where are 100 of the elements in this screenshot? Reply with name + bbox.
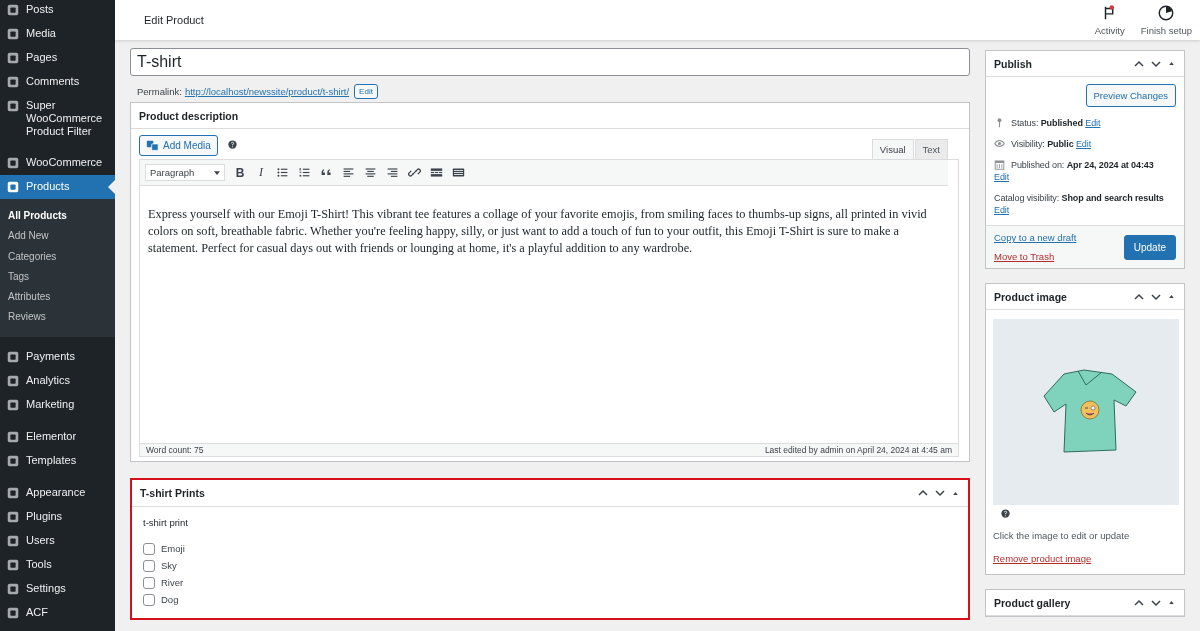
title-field[interactable]: T-shirt <box>130 48 970 76</box>
update-button[interactable]: Update <box>1123 234 1176 260</box>
sidebar-item[interactable]: Payments <box>0 344 115 369</box>
sidebar-item[interactable]: Comments <box>0 70 115 94</box>
checkbox[interactable] <box>143 576 155 589</box>
header-action[interactable]: Finish setup <box>1132 4 1200 36</box>
publish-info: Catalog visibility: Shop and search results <box>994 193 1164 203</box>
bullet-list-icon[interactable] <box>276 166 289 179</box>
panel-title: Product image <box>994 290 1067 303</box>
menu-icon <box>6 180 20 194</box>
remove-image-link[interactable]: Remove product image <box>993 553 1092 564</box>
collapse-icon[interactable] <box>1167 59 1176 68</box>
calendar-icon <box>994 159 1005 170</box>
menu-icon <box>6 397 20 412</box>
checkbox[interactable] <box>143 593 155 606</box>
media-icon <box>146 139 159 152</box>
permalink-link[interactable]: http://localhost/newssite/product/t-shirt/ <box>184 85 350 97</box>
submenu-item[interactable]: Attributes <box>0 287 115 308</box>
sidebar-item[interactable]: ACF <box>0 600 115 625</box>
align-right-icon[interactable] <box>386 166 399 179</box>
header-action[interactable]: Activity <box>1086 4 1133 36</box>
publish-info: Status: Published <box>1011 118 1083 128</box>
menu-icon <box>6 373 20 388</box>
preview-changes-button[interactable]: Preview Changes <box>1085 84 1176 107</box>
publish-info: Visibility: Public <box>1011 139 1074 149</box>
sidebar-item[interactable]: Users <box>0 528 115 553</box>
editor-tab[interactable]: Text <box>914 139 948 159</box>
chevron-down-icon[interactable] <box>934 487 946 499</box>
caret-icon <box>214 170 220 175</box>
read-more-icon[interactable] <box>430 166 443 179</box>
align-center-icon[interactable] <box>364 166 377 179</box>
menu-icon <box>6 485 20 500</box>
permalink-label: Permalink: <box>137 85 182 97</box>
help-icon[interactable] <box>227 140 237 149</box>
description-text[interactable]: Express yourself with our Emoji T-Shirt! This vibrant tee features a collage of your favorite emojis, from smiling faces to thumbs-up signs, all printed in vivid colors on soft, breathable fabric. Whether you're feeling happy, silly, or just want to add a touch of fun to your outfit, this Emoji T-Shirt is sure to make a statement. Perfect for casual days out with friends or lounging at home, it's a playful addition to any wardrobe. <box>140 186 958 443</box>
format-select[interactable]: Paragraph <box>145 164 225 181</box>
checkbox-label: Emoji <box>161 543 185 554</box>
edit-link[interactable]: Edit <box>1085 118 1101 128</box>
collapse-icon[interactable] <box>1167 292 1176 301</box>
panel-title: Publish <box>994 57 1032 70</box>
collapse-icon[interactable] <box>1167 598 1176 607</box>
eye-icon <box>994 138 1005 149</box>
menu-icon <box>6 51 20 65</box>
image-hint: Click the image to edit or update <box>993 530 1130 541</box>
sidebar-item[interactable]: Elementor <box>0 424 115 449</box>
menu-icon <box>6 27 20 41</box>
sidebar-item[interactable]: Plugins <box>0 504 115 529</box>
sidebar-item[interactable]: Marketing <box>0 392 115 417</box>
submenu-item[interactable]: Reviews <box>0 307 115 328</box>
editor-tab[interactable]: Visual <box>871 139 914 159</box>
menu-icon <box>6 156 20 170</box>
link-icon[interactable] <box>408 166 421 179</box>
help-icon[interactable] <box>1001 509 1010 518</box>
menu-icon <box>6 3 20 17</box>
menu-icon <box>6 75 20 89</box>
menu-icon <box>6 533 20 548</box>
field-label: t-shirt print <box>143 517 189 528</box>
sidebar-item[interactable]: Super WooCommerce Product Filter <box>0 94 115 143</box>
align-left-icon[interactable] <box>342 166 355 179</box>
keyboard-icon[interactable] <box>452 166 465 179</box>
submenu-item[interactable]: Categories <box>0 246 115 267</box>
bold-button[interactable]: B <box>234 165 246 180</box>
menu-icon <box>6 557 20 572</box>
add-media-button[interactable]: Add Media <box>139 135 218 156</box>
menu-icon <box>6 509 20 524</box>
submenu-item[interactable]: Tags <box>0 266 115 288</box>
page-title: Edit Product <box>144 14 204 26</box>
sidebar-item[interactable]: Media <box>0 22 115 46</box>
italic-button[interactable]: I <box>255 165 267 180</box>
sidebar-item[interactable]: Products <box>0 175 115 199</box>
edit-button[interactable]: Edit <box>354 83 378 99</box>
checkbox-label: River <box>161 577 184 588</box>
checkbox[interactable] <box>143 559 155 572</box>
submenu-item[interactable]: All Products <box>0 206 115 227</box>
submenu-item[interactable]: Add New <box>0 226 115 247</box>
word-count: Word count: 75 <box>146 445 204 455</box>
copy-draft-link[interactable]: Copy to a new draft <box>994 232 1077 243</box>
edit-link[interactable]: Edit <box>994 205 1010 215</box>
sidebar-item[interactable]: Posts <box>0 0 115 22</box>
sidebar-item[interactable]: Pages <box>0 46 115 70</box>
last-edited: Last edited by admin on April 24, 2024 at 4:45 am <box>764 445 952 455</box>
sidebar-item[interactable]: Appearance <box>0 480 115 505</box>
sidebar-item[interactable]: Analytics <box>0 368 115 393</box>
menu-icon <box>6 581 20 596</box>
publish-info: Published on: Apr 24, 2024 at 04:43 <box>1011 160 1154 170</box>
menu-icon <box>6 605 20 620</box>
sidebar-item[interactable]: Settings <box>0 576 115 601</box>
menu-icon <box>6 453 20 468</box>
sidebar-item[interactable]: WooCommerce <box>0 151 115 175</box>
panel-title: T-shirt Prints <box>140 487 205 499</box>
sidebar-item[interactable]: Templates <box>0 448 115 473</box>
edit-link[interactable]: Edit <box>994 172 1010 182</box>
trash-link[interactable]: Move to Trash <box>994 251 1077 262</box>
checkbox-label: Sky <box>161 560 177 571</box>
sidebar-item[interactable]: Tools <box>0 552 115 577</box>
edit-link[interactable]: Edit <box>1075 139 1092 149</box>
checkbox[interactable] <box>143 542 155 555</box>
menu-icon <box>6 349 20 364</box>
numbered-list-icon[interactable] <box>298 166 311 179</box>
checkbox-label: Dog <box>161 594 179 605</box>
